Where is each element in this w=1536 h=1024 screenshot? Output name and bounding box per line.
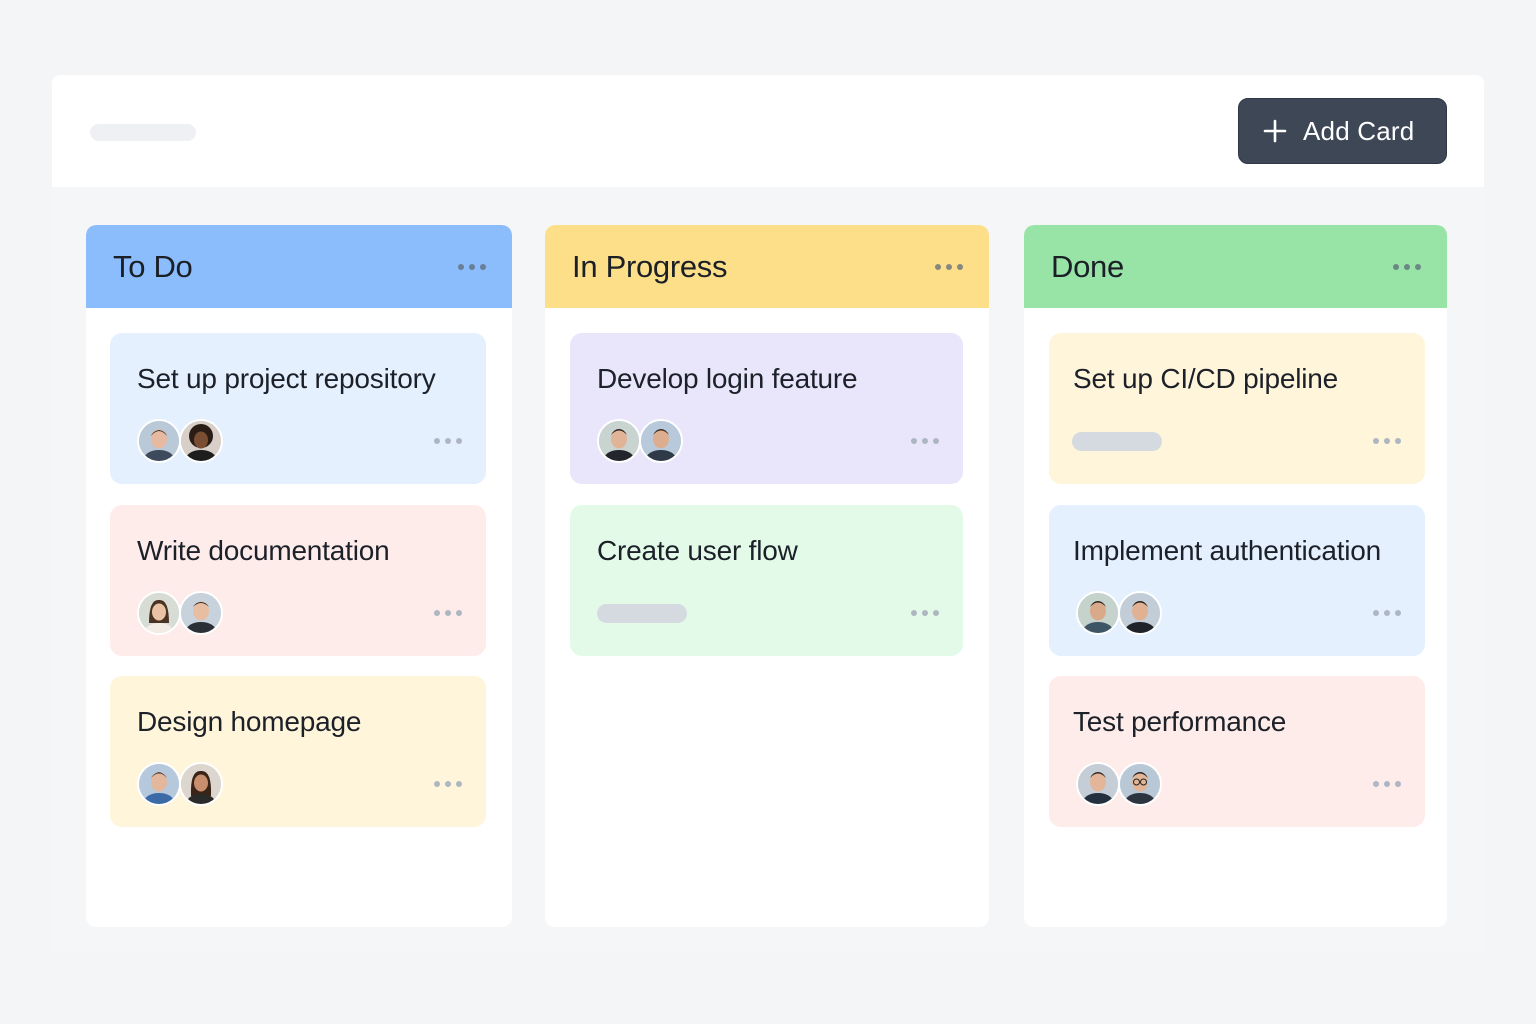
task-card[interactable]: Design homepage (110, 676, 486, 827)
card-menu-icon[interactable] (1373, 438, 1401, 444)
avatar[interactable] (639, 419, 683, 463)
top-bar: Add Card (52, 75, 1484, 187)
column-header-done: Done (1024, 225, 1447, 308)
avatar[interactable] (1118, 762, 1162, 806)
plus-icon (1263, 119, 1287, 143)
card-title: Set up project repository (137, 363, 436, 394)
task-card[interactable]: Set up project repository (110, 333, 486, 484)
avatar[interactable] (1076, 591, 1120, 635)
add-card-button[interactable]: Add Card (1238, 98, 1447, 164)
board-title-placeholder (90, 124, 196, 141)
assignee-avatars (137, 591, 223, 635)
column-done: Done Set up CI/CD pipeline Implement aut… (1024, 225, 1447, 927)
avatar[interactable] (1118, 591, 1162, 635)
avatar[interactable] (179, 762, 223, 806)
task-card[interactable]: Write documentation (110, 505, 486, 656)
task-card[interactable]: Create user flow (570, 505, 963, 656)
card-title: Create user flow (597, 535, 798, 566)
card-menu-icon[interactable] (434, 438, 462, 444)
task-card[interactable]: Implement authentication (1049, 505, 1425, 656)
card-menu-icon[interactable] (434, 781, 462, 787)
kanban-board: Add Card To Do Set up project repository… (52, 75, 1484, 952)
column-title: In Progress (572, 248, 728, 284)
column-header-todo: To Do (86, 225, 512, 308)
task-card[interactable]: Set up CI/CD pipeline (1049, 333, 1425, 484)
card-menu-icon[interactable] (911, 610, 939, 616)
avatar[interactable] (137, 591, 181, 635)
task-card[interactable]: Develop login feature (570, 333, 963, 484)
card-menu-icon[interactable] (911, 438, 939, 444)
assignee-avatars (1076, 762, 1162, 806)
tag-placeholder (597, 604, 687, 623)
card-title: Test performance (1073, 706, 1287, 737)
card-menu-icon[interactable] (1373, 610, 1401, 616)
avatar[interactable] (137, 762, 181, 806)
card-menu-icon[interactable] (434, 610, 462, 616)
tag-placeholder (1072, 432, 1162, 451)
avatar[interactable] (137, 419, 181, 463)
column-menu-icon[interactable] (458, 263, 486, 270)
avatar[interactable] (179, 419, 223, 463)
card-title: Set up CI/CD pipeline (1073, 363, 1339, 394)
column-header-in-progress: In Progress (545, 225, 989, 308)
column-menu-icon[interactable] (1393, 263, 1421, 270)
column-in-progress: In Progress Develop login feature Create… (545, 225, 989, 927)
assignee-avatars (137, 762, 223, 806)
avatar[interactable] (1076, 762, 1120, 806)
column-title: To Do (113, 248, 193, 284)
card-title: Implement authentication (1073, 535, 1382, 566)
column-todo: To Do Set up project repository Write do… (86, 225, 512, 927)
avatar[interactable] (179, 591, 223, 635)
assignee-avatars (597, 419, 683, 463)
column-menu-icon[interactable] (935, 263, 963, 270)
column-title: Done (1051, 248, 1124, 284)
assignee-avatars (137, 419, 223, 463)
card-title: Develop login feature (597, 363, 858, 394)
assignee-avatars (1076, 591, 1162, 635)
add-card-label: Add Card (1303, 115, 1415, 146)
card-title: Design homepage (137, 706, 362, 737)
card-title: Write documentation (137, 535, 390, 566)
avatar[interactable] (597, 419, 641, 463)
task-card[interactable]: Test performance (1049, 676, 1425, 827)
card-menu-icon[interactable] (1373, 781, 1401, 787)
